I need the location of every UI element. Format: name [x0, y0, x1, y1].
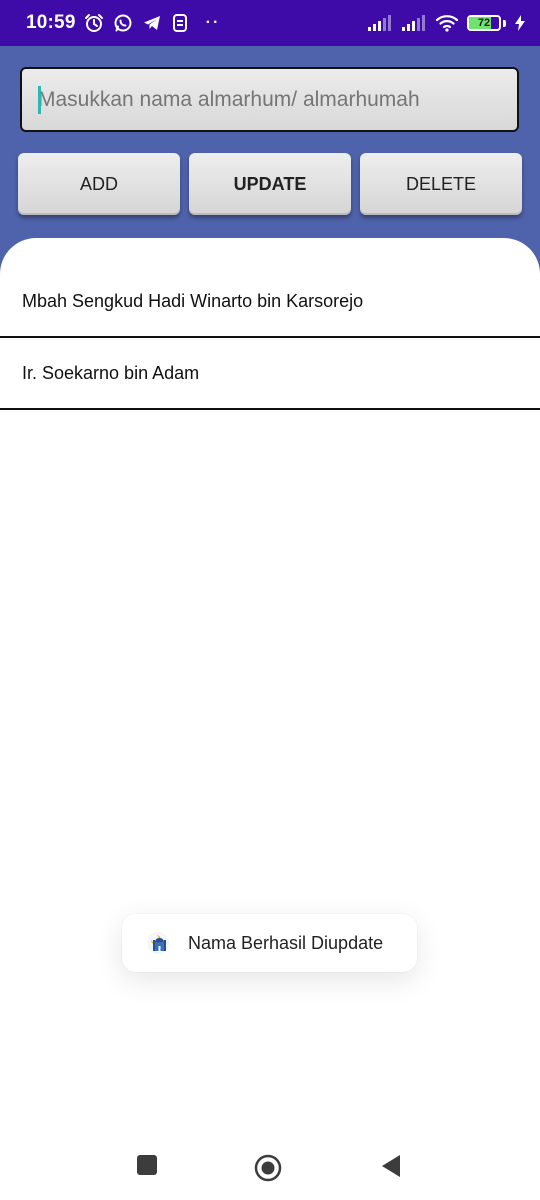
battery-icon: 72	[467, 15, 501, 31]
status-time: 10:59	[26, 12, 76, 33]
battery-tip	[503, 19, 506, 27]
mosque-app-icon	[147, 932, 169, 954]
battery-level-text: 72	[477, 17, 491, 29]
back-icon[interactable]	[380, 1154, 402, 1178]
status-bar: 10:59 ·· 72	[0, 0, 540, 46]
signal-icon	[402, 15, 425, 31]
system-icons: 72	[367, 14, 526, 32]
signal-icon	[368, 15, 391, 31]
name-input[interactable]	[20, 67, 519, 132]
names-list: Mbah Sengkud Hadi Winarto bin Karsorejo …	[0, 238, 540, 1200]
charging-icon	[515, 15, 525, 31]
more-notifications-indicator: ··	[205, 14, 221, 31]
list-item[interactable]: Mbah Sengkud Hadi Winarto bin Karsorejo	[0, 238, 540, 338]
list-item[interactable]: Ir. Soekarno bin Adam	[0, 338, 540, 410]
app-notification-icon	[172, 14, 187, 32]
toast-message: Nama Berhasil Diupdate	[188, 932, 384, 953]
telegram-icon	[143, 16, 160, 30]
wifi-icon	[435, 15, 459, 32]
navigation-bar	[0, 1134, 540, 1200]
update-button[interactable]: UPDATE	[189, 153, 351, 215]
toast-notification: Nama Berhasil Diupdate	[122, 914, 417, 972]
delete-button[interactable]: DELETE	[360, 153, 522, 215]
notification-icons: ··	[84, 13, 221, 33]
alarm-icon	[84, 14, 103, 32]
text-cursor	[38, 86, 41, 114]
home-icon[interactable]	[254, 1154, 282, 1182]
whatsapp-icon	[114, 14, 132, 32]
add-button[interactable]: ADD	[18, 153, 180, 215]
recent-apps-icon[interactable]	[136, 1154, 158, 1176]
